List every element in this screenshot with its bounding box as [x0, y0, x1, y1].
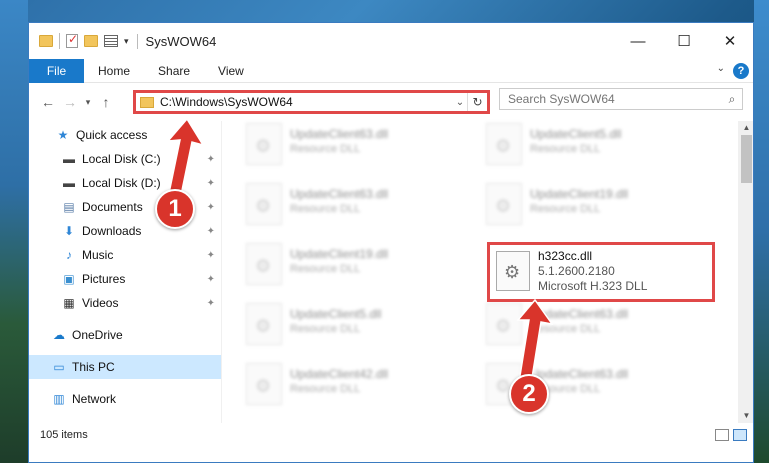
annotation-arrows — [166, 117, 554, 385]
arrow-2-icon — [516, 298, 554, 385]
arrow-1-icon — [166, 117, 205, 201]
step-1-badge: 1 — [155, 189, 195, 229]
step-2-badge: 2 — [509, 374, 549, 414]
